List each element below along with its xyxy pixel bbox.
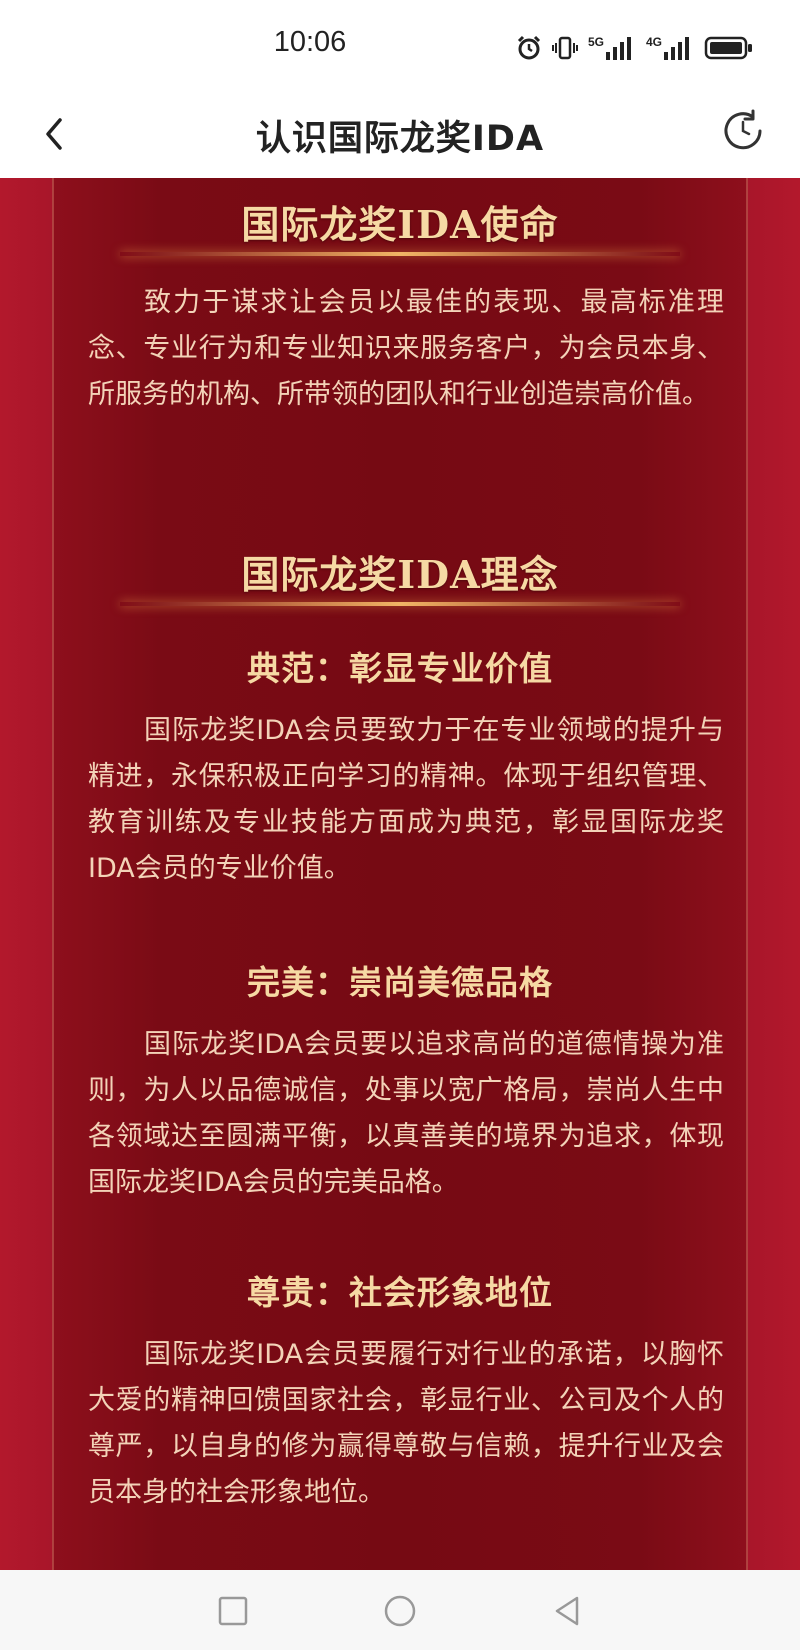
refresh-button[interactable] <box>720 108 766 154</box>
nav-back-button[interactable] <box>550 1594 584 1628</box>
vibrate-icon <box>551 35 578 61</box>
philosophy-item-text: 国际龙奖IDA会员要致力于在专业领域的提升与精进，永保积极正向学习的精神。体现于… <box>88 715 724 884</box>
status-icons: 5G 4G <box>516 32 754 64</box>
system-nav-bar <box>0 1570 800 1650</box>
title-bar: 认识国际龙奖IDA <box>0 92 800 178</box>
alarm-icon <box>516 35 542 61</box>
network-label-4g: 4G <box>645 35 662 49</box>
circle-icon <box>383 1595 417 1632</box>
signal-5g-icon: 5G <box>588 36 636 60</box>
mission-divider <box>120 252 680 256</box>
square-icon <box>216 1596 250 1632</box>
refresh-icon <box>720 109 766 158</box>
philosophy-heading: 国际龙奖IDA理念 <box>241 552 559 597</box>
status-bar: 10:06 5G 4G <box>0 0 800 92</box>
network-label-5g: 5G <box>587 35 604 49</box>
philosophy-item-title: 完美：崇尚美德品格 <box>247 963 553 1002</box>
recent-apps-button[interactable] <box>216 1594 250 1628</box>
philosophy-item-text: 国际龙奖IDA会员要履行对行业的承诺，以胸怀大爱的精神回馈国家社会，彰显行业、公… <box>88 1339 724 1508</box>
philosophy-item-text: 国际龙奖IDA会员要以追求高尚的道德情操为准则，为人以品德诚信，处事以宽广格局，… <box>88 1029 724 1198</box>
article-content[interactable]: 国际龙奖IDA使命 致力于谋求让会员以最佳的表现、最高标准理念、专业行为和专业知… <box>0 178 800 1570</box>
home-button[interactable] <box>383 1594 417 1628</box>
signal-4g-icon: 4G <box>646 36 694 60</box>
triangle-back-icon <box>550 1596 584 1632</box>
philosophy-item-title: 尊贵：社会形象地位 <box>247 1273 553 1312</box>
mission-heading: 国际龙奖IDA使命 <box>241 202 559 247</box>
battery-icon <box>704 35 754 61</box>
frame-border-right <box>746 178 748 1570</box>
philosophy-item-title: 典范：彰显专业价值 <box>247 649 553 688</box>
frame-border-left <box>52 178 54 1570</box>
page-title: 认识国际龙奖IDA <box>255 119 545 159</box>
mission-text: 致力于谋求让会员以最佳的表现、最高标准理念、专业行为和专业知识来服务客户，为会员… <box>88 287 724 410</box>
philosophy-divider <box>120 602 680 606</box>
